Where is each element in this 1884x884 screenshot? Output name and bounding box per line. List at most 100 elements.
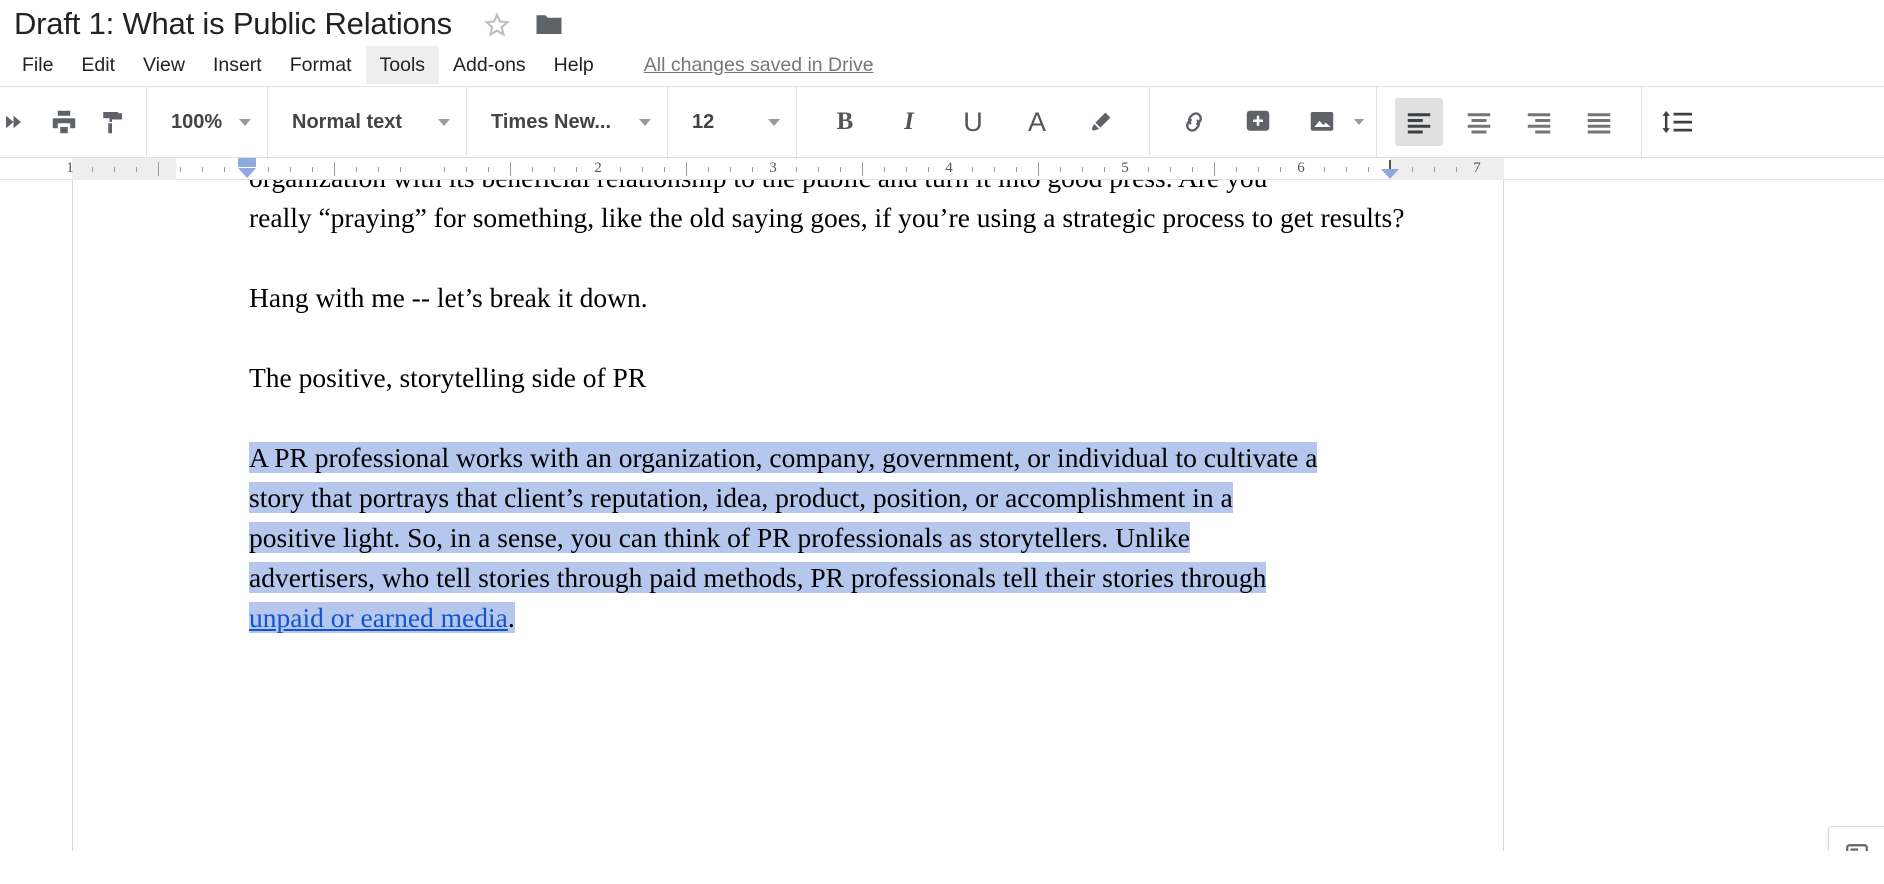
paint-format-icon[interactable]	[88, 98, 136, 146]
ruler-tick	[686, 162, 687, 176]
explore-button[interactable]	[1828, 826, 1884, 851]
paragraph-1[interactable]: really “praying” for something, like the…	[249, 198, 1467, 238]
paragraph-2[interactable]: Hang with me -- let’s break it down.	[249, 278, 1467, 318]
save-status-link[interactable]: All changes saved in Drive	[644, 54, 874, 77]
menu-item-insert[interactable]: Insert	[199, 46, 276, 84]
text-color-label: A	[1027, 106, 1046, 137]
first-line-indent-handle[interactable]	[238, 158, 256, 167]
paragraph-style-dropdown[interactable]: Normal text	[278, 98, 456, 146]
menu-item-edit[interactable]: Edit	[67, 46, 129, 84]
ruler-tick	[1258, 167, 1259, 172]
ruler-tick	[1346, 167, 1347, 172]
toolbar-group-paragraph-style: Normal text	[268, 87, 467, 157]
align-center-icon[interactable]	[1455, 98, 1503, 146]
google-docs-window: Draft 1: What is Public Relations File E…	[0, 0, 1884, 884]
highlighter-icon[interactable]	[1077, 98, 1125, 146]
underline-button[interactable]: U	[949, 98, 997, 146]
ruler-tick	[642, 167, 643, 172]
zoom-value: 100%	[171, 110, 223, 133]
align-justify-icon[interactable]	[1575, 98, 1623, 146]
paragraph-style-value: Normal text	[292, 110, 403, 133]
ruler-tick	[1148, 167, 1149, 172]
ruler-tick	[1016, 167, 1017, 172]
ruler-tick	[1170, 167, 1171, 172]
right-indent-handle[interactable]	[1381, 169, 1399, 179]
document-hyperlink[interactable]: unpaid or earned media	[249, 602, 508, 633]
ruler-tick	[1412, 167, 1413, 172]
ruler-tick	[752, 167, 753, 172]
bold-label: B	[836, 108, 854, 135]
paragraph-4-selected[interactable]: A PR professional works with an organiza…	[249, 438, 1467, 638]
align-right-icon[interactable]	[1515, 98, 1563, 146]
menu-item-add-ons[interactable]: Add-ons	[439, 46, 540, 84]
selected-link-wrapper: unpaid or earned media.	[249, 602, 515, 633]
document-title[interactable]: Draft 1: What is Public Relations	[14, 4, 452, 44]
selected-text-line-4: advertisers, who tell stories through pa…	[249, 562, 1267, 593]
ruler-tick	[1192, 167, 1193, 172]
ruler-tick	[862, 162, 863, 176]
star-icon[interactable]	[482, 9, 512, 39]
font-size-dropdown[interactable]: 12	[678, 98, 786, 146]
align-left-icon[interactable]	[1395, 98, 1443, 146]
print-icon[interactable]	[40, 98, 88, 146]
ruler-tick	[114, 167, 115, 172]
ruler-tick	[620, 167, 621, 172]
ruler-tick	[1236, 167, 1237, 172]
toolbar-group-align	[1377, 87, 1642, 157]
font-family-dropdown[interactable]: Times New...	[477, 98, 657, 146]
ruler-tick	[730, 167, 731, 172]
insert-image-icon[interactable]	[1298, 98, 1346, 146]
move-to-folder-icon[interactable]	[534, 11, 564, 37]
right-indent-marker[interactable]	[1381, 160, 1399, 179]
add-comment-icon[interactable]	[1234, 98, 1282, 146]
font-size-value: 12	[692, 110, 715, 133]
ruler-tick	[796, 167, 797, 172]
ruler-tick	[136, 167, 137, 172]
toolbar-group-line-spacing	[1642, 87, 1710, 157]
link-icon[interactable]	[1170, 98, 1218, 146]
bold-button[interactable]: B	[821, 98, 869, 146]
chevron-down-icon	[768, 118, 780, 126]
menu-item-file[interactable]: File	[8, 46, 67, 84]
left-indent-handle[interactable]	[238, 168, 256, 178]
menu-item-format[interactable]: Format	[276, 46, 366, 84]
document-body[interactable]: organization with its beneficial relatio…	[73, 180, 1503, 702]
ruler-tick	[1434, 167, 1435, 172]
toolbar-group-insert	[1150, 87, 1377, 157]
ruler-tick	[1214, 162, 1215, 176]
selected-text-line-1: A PR professional works with an organiza…	[249, 442, 1318, 473]
text-color-button[interactable]: A	[1013, 98, 1061, 146]
ruler-tick	[840, 167, 841, 172]
ruler-tick	[532, 167, 533, 172]
font-family-value: Times New...	[491, 110, 612, 133]
ruler-tick	[554, 167, 555, 172]
paragraph-clipped-top: organization with its beneficial relatio…	[249, 180, 1467, 198]
ruler-tick	[356, 167, 357, 172]
ruler-number-6: 6	[1297, 160, 1305, 176]
ruler-tick	[664, 167, 665, 172]
document-page[interactable]: organization with its beneficial relatio…	[72, 180, 1504, 851]
right-indent-stem	[1389, 160, 1391, 169]
zoom-dropdown[interactable]: 100%	[157, 98, 257, 146]
line-spacing-icon[interactable]	[1652, 98, 1700, 146]
menu-item-view[interactable]: View	[129, 46, 199, 84]
paragraph-spacer-4	[249, 638, 1467, 678]
chevron-down-icon	[438, 118, 450, 126]
menu-item-tools[interactable]: Tools	[365, 46, 440, 84]
ruler-tick	[1038, 162, 1039, 176]
ruler[interactable]: 1 2 3 4 5 6 7	[0, 158, 1884, 180]
paragraph-clipped-bottom	[249, 678, 1467, 702]
underline-label: U	[963, 106, 983, 137]
document-canvas[interactable]: organization with its beneficial relatio…	[0, 180, 1884, 851]
ruler-tick	[928, 167, 929, 172]
redo-icon[interactable]	[0, 98, 40, 146]
chevron-down-icon[interactable]	[1354, 119, 1364, 125]
ruler-number-5: 5	[1121, 160, 1129, 176]
paragraph-3-heading[interactable]: The positive, storytelling side of PR	[249, 358, 1467, 398]
menu-item-help[interactable]: Help	[540, 46, 608, 84]
left-indent-marker[interactable]	[238, 158, 256, 178]
italic-button[interactable]: I	[885, 98, 933, 146]
paragraph-spacer-3	[249, 398, 1467, 438]
toolbar-group-font-size: 12	[668, 87, 797, 157]
ruler-tick	[1324, 167, 1325, 172]
